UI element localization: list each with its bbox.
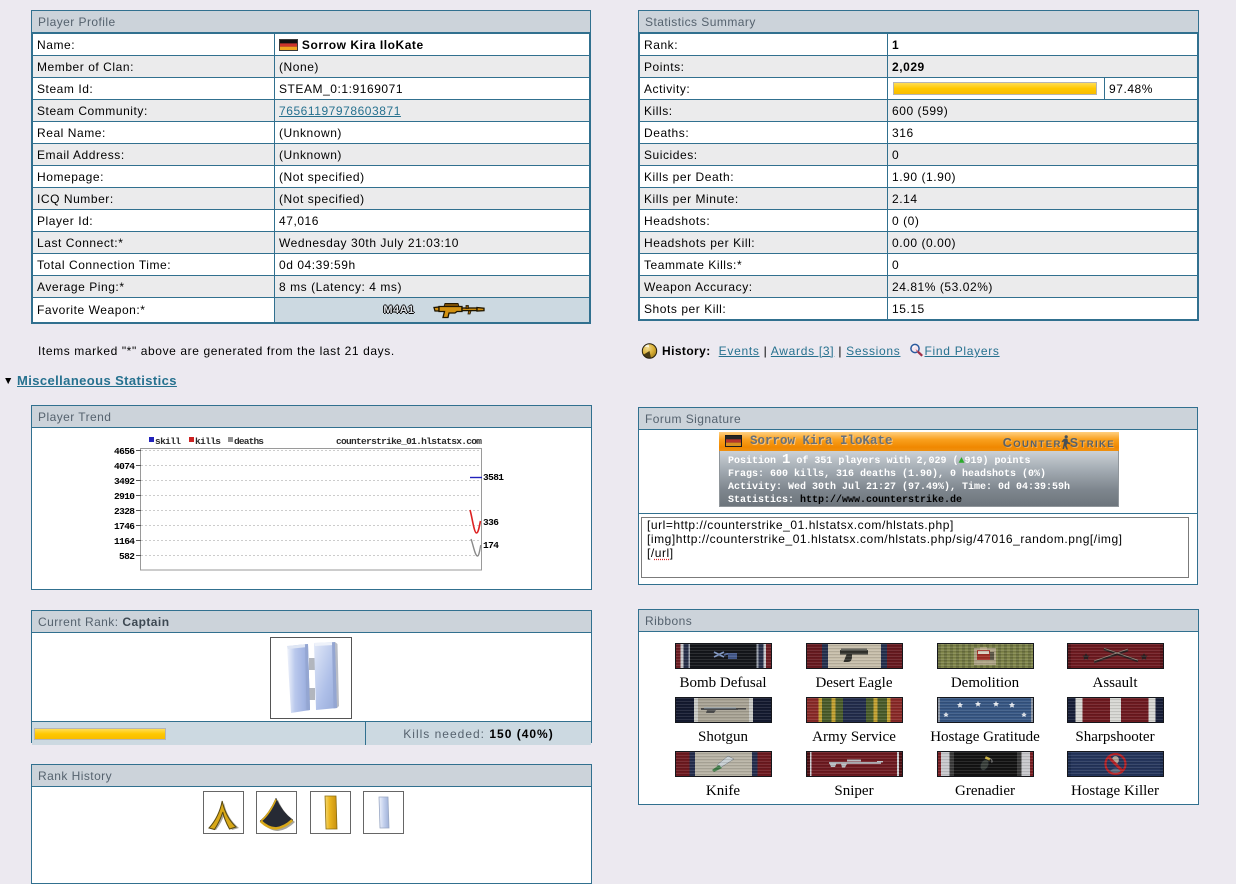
svg-text:336: 336 bbox=[483, 517, 499, 528]
svg-text:deaths: deaths bbox=[234, 436, 264, 447]
svg-text:2910: 2910 bbox=[114, 491, 135, 502]
svg-text:kills: kills bbox=[195, 436, 221, 447]
svg-text:2328: 2328 bbox=[114, 506, 135, 517]
svg-text:4656: 4656 bbox=[114, 446, 135, 457]
svg-text:3581: 3581 bbox=[483, 472, 504, 483]
svg-text:4074: 4074 bbox=[114, 461, 135, 472]
svg-text:counterstrike_01.hlstatsx.com: counterstrike_01.hlstatsx.com bbox=[336, 436, 482, 447]
svg-text:1164: 1164 bbox=[114, 536, 135, 547]
svg-text:skill: skill bbox=[155, 436, 181, 447]
svg-text:3492: 3492 bbox=[114, 476, 135, 487]
svg-text:582: 582 bbox=[119, 551, 135, 562]
svg-text:1746: 1746 bbox=[114, 521, 135, 532]
svg-text:174: 174 bbox=[483, 540, 499, 551]
